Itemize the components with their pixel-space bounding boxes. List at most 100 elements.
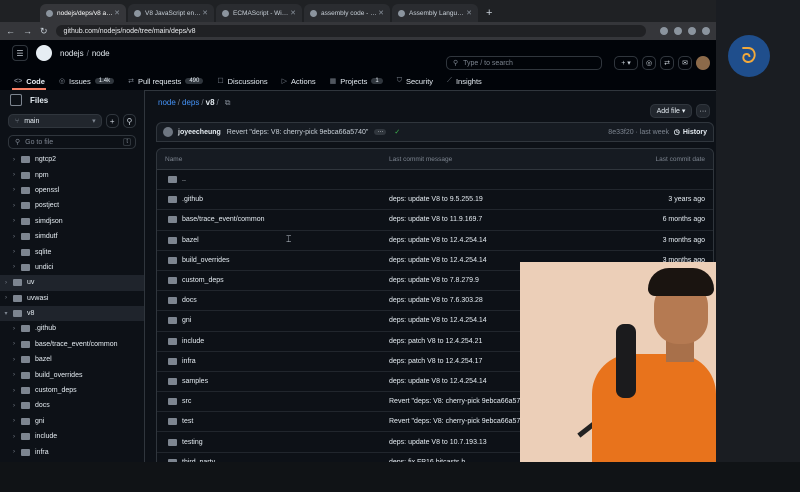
chevron-right-icon[interactable]: ›: [2, 295, 10, 301]
reload-icon[interactable]: ↻: [40, 26, 48, 37]
new-tab-button[interactable]: +: [486, 7, 492, 19]
file-commit-message[interactable]: deps: update V8 to 12.4.254.14: [389, 378, 487, 385]
search-files-icon[interactable]: ⚲: [122, 114, 136, 128]
pull-requests-icon[interactable]: ⇄: [660, 56, 674, 70]
chevron-right-icon[interactable]: ›: [10, 403, 18, 409]
chevron-right-icon[interactable]: ›: [2, 280, 10, 286]
tree-item[interactable]: › uvwasi: [0, 291, 144, 306]
chevron-right-icon[interactable]: ›: [10, 388, 18, 394]
close-icon[interactable]: ✕: [378, 9, 384, 17]
repo-tab-actions[interactable]: ▷ Actions: [282, 77, 316, 86]
menu-icon[interactable]: [702, 27, 710, 35]
repo-tab-code[interactable]: <> Code: [14, 77, 45, 86]
file-name-cell[interactable]: test: [165, 418, 193, 426]
tree-item[interactable]: › undici: [0, 260, 144, 275]
tree-item[interactable]: › npm: [0, 167, 144, 182]
file-name-cell[interactable]: gni: [165, 317, 191, 325]
extension-icon[interactable]: [660, 27, 668, 35]
hamburger-menu-icon[interactable]: ☰: [12, 45, 28, 61]
history-button[interactable]: ◷ History: [674, 128, 707, 136]
chevron-right-icon[interactable]: ›: [10, 172, 18, 178]
file-name-cell[interactable]: src: [165, 398, 191, 406]
forward-icon[interactable]: →: [23, 26, 32, 36]
tree-item[interactable]: ▾ v8: [0, 305, 144, 322]
file-name-cell[interactable]: ..: [165, 176, 186, 184]
inbox-icon[interactable]: ✉: [678, 56, 692, 70]
file-name-cell[interactable]: bazel: [165, 236, 199, 244]
back-icon[interactable]: ←: [6, 26, 15, 36]
tree-item[interactable]: › build_overrides: [0, 367, 144, 382]
add-file-button[interactable]: Add file ▾: [650, 104, 692, 118]
collapse-panel-icon[interactable]: [10, 94, 22, 106]
file-name-cell[interactable]: docs: [165, 297, 197, 305]
tree-item[interactable]: › gni: [0, 414, 144, 429]
tree-item[interactable]: › base/trace_event/common: [0, 337, 144, 352]
repo-tab-pull-requests[interactable]: ⇄ Pull requests 490: [128, 77, 204, 86]
file-row[interactable]: base/trace_event/common deps: update V8 t…: [157, 210, 713, 231]
copy-path-icon[interactable]: ⧉: [225, 98, 231, 107]
file-row[interactable]: ..: [157, 170, 713, 191]
file-name-cell[interactable]: samples: [165, 377, 208, 385]
file-commit-message[interactable]: deps: update V8 to 7.8.279.9: [389, 277, 479, 284]
close-icon[interactable]: ✕: [114, 9, 120, 17]
file-name-cell[interactable]: infra: [165, 357, 196, 365]
issues-icon[interactable]: ◎: [642, 56, 656, 70]
browser-tab[interactable]: Assembly Language ✕: [392, 4, 478, 22]
commit-hash[interactable]: 8e33f20 · last week: [608, 129, 669, 136]
file-commit-message[interactable]: deps: update V8 to 7.6.303.28: [389, 297, 483, 304]
chevron-right-icon[interactable]: ›: [10, 187, 18, 193]
file-commit-message[interactable]: deps: patch V8 to 12.4.254.21: [389, 338, 482, 345]
chevron-right-icon[interactable]: ›: [10, 372, 18, 378]
file-name-cell[interactable]: base/trace_event/common: [165, 216, 265, 224]
file-commit-message[interactable]: deps: update V8 to 12.4.254.14: [389, 237, 487, 244]
tree-item[interactable]: › include: [0, 429, 144, 444]
file-commit-message[interactable]: Revert "deps: V8: cherry-pick 9ebca66a57…: [389, 398, 531, 405]
file-name-cell[interactable]: custom_deps: [165, 277, 224, 285]
browser-tab[interactable]: V8 JavaScript engine ✕: [128, 4, 214, 22]
file-commit-message[interactable]: deps: update V8 to 12.4.254.14: [389, 257, 487, 264]
tree-item[interactable]: › uv: [0, 275, 144, 291]
browser-tab[interactable]: assembly code - Google Search✕: [304, 4, 390, 22]
file-name-cell[interactable]: include: [165, 337, 204, 345]
file-commit-message[interactable]: deps: patch V8 to 12.4.254.17: [389, 358, 482, 365]
tree-item[interactable]: › bazel: [0, 352, 144, 367]
expand-commit-icon[interactable]: ···: [374, 129, 387, 135]
file-row[interactable]: .github deps: update V8 to 9.5.255.19 3 ye…: [157, 190, 713, 211]
user-avatar[interactable]: [696, 56, 710, 70]
tree-item[interactable]: › sqlite: [0, 244, 144, 259]
chevron-right-icon[interactable]: ›: [10, 234, 18, 240]
github-logo-icon[interactable]: [36, 45, 52, 61]
chevron-right-icon[interactable]: ›: [10, 326, 18, 332]
breadcrumb-node[interactable]: node: [158, 98, 176, 107]
close-icon[interactable]: ✕: [290, 9, 296, 17]
chevron-right-icon[interactable]: ›: [10, 434, 18, 440]
commit-message[interactable]: Revert "deps: V8: cherry-pick 9ebca66a57…: [227, 129, 369, 136]
branch-selector[interactable]: ⑂ main ▾: [8, 114, 102, 128]
file-commit-message[interactable]: deps: update V8 to 9.5.255.19: [389, 196, 483, 203]
repo-link[interactable]: node: [92, 49, 110, 58]
tree-item[interactable]: › simdjson: [0, 214, 144, 229]
repo-tab-projects[interactable]: ▦ Projects 1: [330, 77, 383, 86]
file-commit-message[interactable]: Revert "deps: V8: cherry-pick 9ebca66a57…: [389, 418, 531, 425]
chevron-right-icon[interactable]: ›: [10, 418, 18, 424]
author-avatar[interactable]: [163, 127, 173, 137]
org-link[interactable]: nodejs: [60, 49, 84, 58]
profile-icon[interactable]: [688, 27, 696, 35]
file-commit-message[interactable]: deps: update V8 to 10.7.193.13: [389, 439, 487, 446]
chevron-right-icon[interactable]: ›: [10, 449, 18, 455]
tree-item[interactable]: › .github: [0, 321, 144, 336]
search-input[interactable]: ⚲ Type / to search: [446, 56, 602, 70]
tree-item[interactable]: › simdutf: [0, 229, 144, 244]
chevron-right-icon[interactable]: ›: [10, 218, 18, 224]
breadcrumb-deps[interactable]: deps: [182, 98, 199, 107]
go-to-file-input[interactable]: ⚲ Go to file t: [8, 135, 136, 149]
file-name-cell[interactable]: testing: [165, 438, 203, 446]
chevron-right-icon[interactable]: ›: [10, 341, 18, 347]
tree-item[interactable]: › infra: [0, 444, 144, 459]
browser-tab[interactable]: ECMAScript - Wikipedia✕: [216, 4, 302, 22]
chevron-right-icon[interactable]: ›: [10, 264, 18, 270]
bookmark-icon[interactable]: [674, 27, 682, 35]
close-icon[interactable]: ✕: [466, 9, 472, 17]
more-options-button[interactable]: ···: [696, 104, 710, 118]
tree-item[interactable]: › ngtcp2: [0, 152, 144, 167]
